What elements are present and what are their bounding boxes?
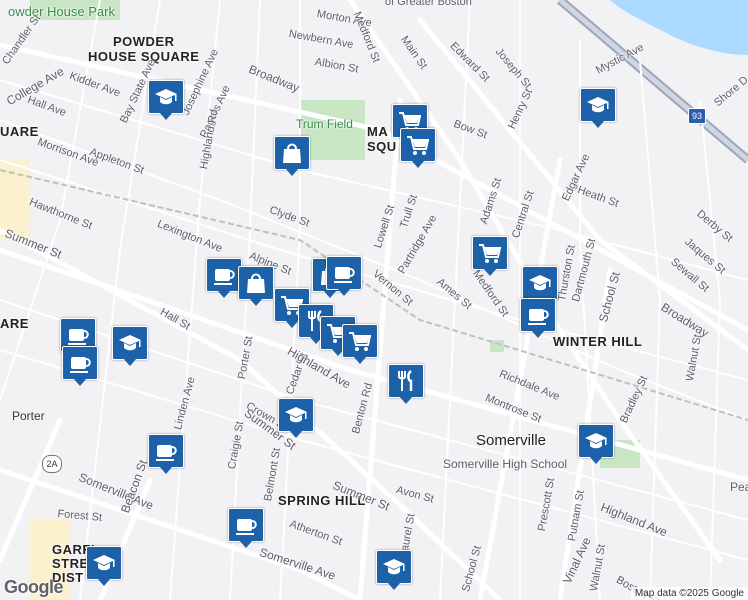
map-pin-coffee-cup[interactable] — [228, 508, 264, 550]
map-pin-coffee-cup[interactable] — [62, 346, 98, 388]
map-pin-shopping-bag[interactable] — [238, 266, 274, 308]
porter-label: Porter — [12, 409, 45, 423]
map-pin-coffee-cup[interactable] — [326, 256, 362, 298]
map-pin-coffee-cup[interactable] — [206, 258, 242, 300]
map-pin-restaurant[interactable] — [388, 364, 424, 406]
map-pin-coffee-cup[interactable] — [148, 434, 184, 476]
map-pin-school[interactable] — [86, 546, 122, 588]
powder-house-square-label: POWDER HOUSE SQUARE — [88, 34, 200, 64]
map-pin-shopping-cart[interactable] — [342, 324, 378, 366]
map-pin-school[interactable] — [148, 80, 184, 122]
somerville-label: Somerville — [476, 432, 547, 449]
map-pin-shopping-cart[interactable] — [400, 128, 436, 170]
winter-hill-label: WINTER HILL — [553, 334, 643, 349]
map-pin-school[interactable] — [376, 550, 412, 592]
route-2a-shield: 2A — [42, 455, 62, 473]
square-left-label: UARE — [0, 124, 39, 139]
are-left-label: ARE — [0, 316, 29, 331]
google-logo: Google — [4, 577, 64, 597]
trum-field-label: Trum Field — [296, 117, 353, 131]
map-pin-school[interactable] — [578, 424, 614, 466]
map-pin-shopping-cart[interactable] — [472, 236, 508, 278]
map-pin-coffee-cup[interactable] — [520, 298, 556, 340]
powder-house-park-label: owder House Park — [8, 4, 115, 19]
somerville-high-school-label: Somerville High School — [443, 457, 568, 471]
greater-boston-label: of Greater Boston — [385, 0, 472, 8]
map-pin-school[interactable] — [580, 88, 616, 130]
map-data-attribution[interactable]: Map data ©2025 Google — [630, 587, 748, 600]
map-canvas[interactable]: owder House Park POWDER HOUSE SQUARE of … — [0, 0, 748, 600]
map-pin-school[interactable] — [112, 326, 148, 368]
map-pin-school[interactable] — [278, 398, 314, 440]
map-pin-shopping-bag[interactable] — [274, 136, 310, 178]
street-label: Pearl — [730, 480, 748, 494]
route-93-shield: 93 — [688, 108, 706, 124]
